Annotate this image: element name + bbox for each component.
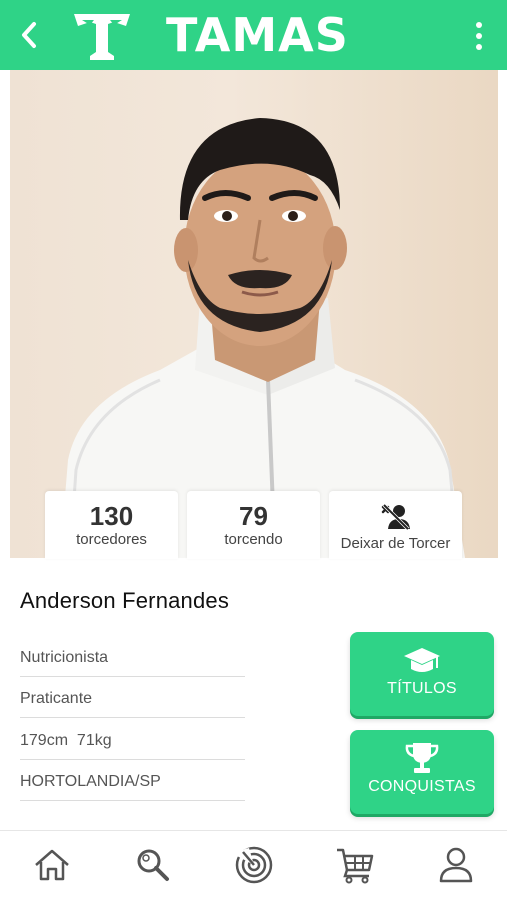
profile-photo: [10, 70, 498, 558]
location-field: HORTOLANDIA/SP: [20, 765, 245, 801]
nav-home[interactable]: [30, 843, 74, 887]
more-menu-button[interactable]: [469, 18, 489, 54]
home-icon: [35, 849, 69, 881]
profile-name: Anderson Fernandes: [20, 588, 230, 613]
vertical-dots-icon: [476, 22, 482, 28]
followers-label: torcedores: [76, 531, 147, 548]
chevron-left-icon: [22, 22, 36, 48]
app-brand: TAMAS: [166, 8, 349, 62]
cart-icon: [337, 848, 374, 884]
unfollow-button[interactable]: Deixar de Torcer: [329, 491, 462, 559]
profile-icon: [439, 847, 473, 883]
achievements-label: CONQUISTAS: [368, 778, 476, 795]
followers-count: 130: [89, 501, 134, 531]
person-portrait: [60, 118, 465, 558]
search-icon: [137, 849, 169, 881]
following-stat[interactable]: 79 torcendo: [187, 491, 320, 559]
trophy-icon: [405, 743, 439, 773]
radar-icon: [235, 846, 273, 884]
titles-label: TÍTULOS: [387, 680, 457, 697]
logo-icon: [74, 14, 130, 60]
menu-dot: [476, 44, 482, 50]
level-field: Praticante: [20, 682, 245, 718]
nav-radar[interactable]: [232, 843, 276, 887]
bottom-navigation: [0, 830, 507, 900]
followers-stat[interactable]: 130 torcedores: [45, 491, 178, 559]
unfollow-label: Deixar de Torcer: [340, 535, 451, 552]
measures-field: 179cm 71kg: [20, 724, 245, 760]
following-label: torcendo: [224, 531, 283, 548]
graduation-cap-icon: [404, 648, 440, 672]
menu-dot: [476, 33, 482, 39]
unfollow-user-icon: [381, 503, 410, 531]
titles-button[interactable]: TÍTULOS: [350, 632, 494, 716]
achievements-button[interactable]: CONQUISTAS: [350, 730, 494, 814]
app-header: TAMAS: [0, 0, 507, 70]
following-count: 79: [239, 501, 268, 531]
nav-cart[interactable]: [333, 843, 377, 887]
back-button[interactable]: [12, 18, 46, 52]
profession-field: Nutricionista: [20, 641, 245, 677]
app-logo: [72, 8, 132, 62]
nav-profile[interactable]: [434, 843, 478, 887]
nav-search[interactable]: [131, 843, 175, 887]
